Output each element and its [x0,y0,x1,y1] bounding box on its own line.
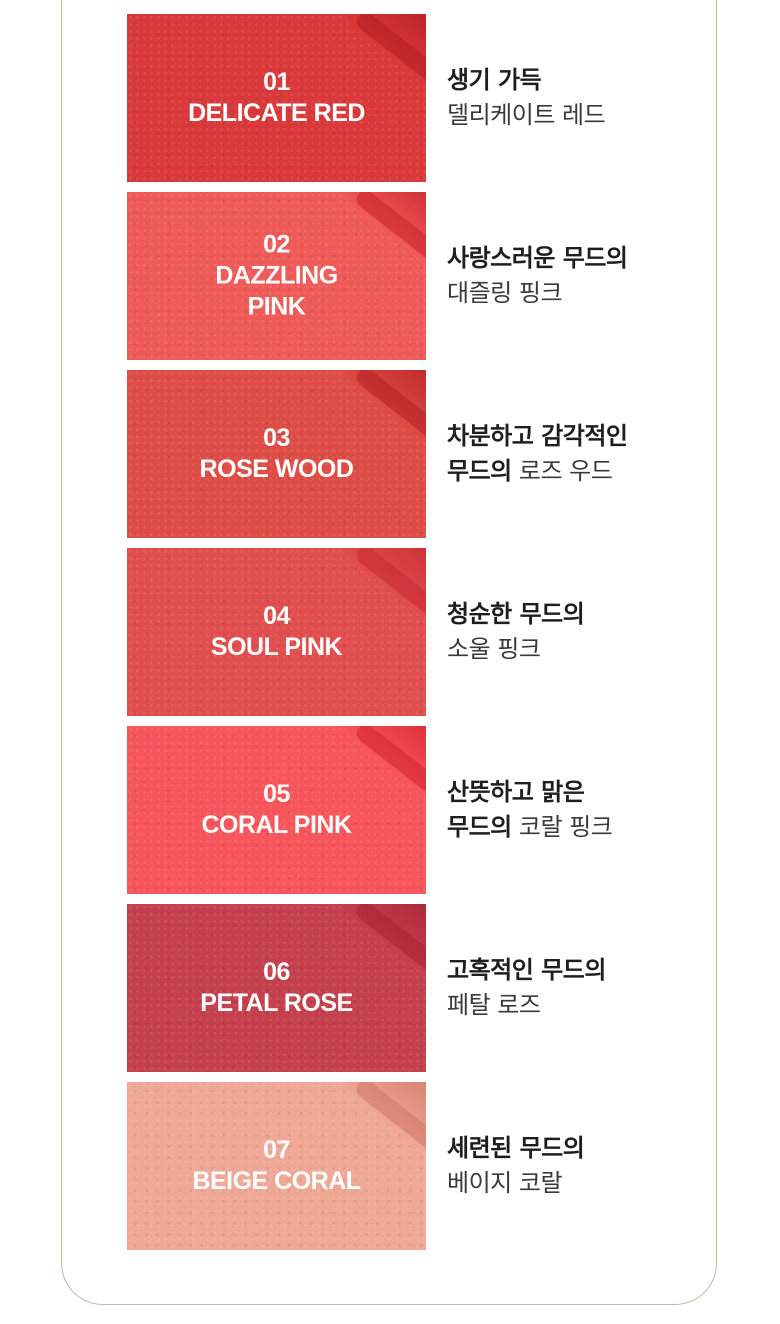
description-mood: 사랑스러운 무드의 [447,244,628,272]
description-mood: 세련된 무드의 [447,1134,585,1162]
shade-label: 01 DELICATE RED [127,67,426,129]
shade-number: 02 [263,230,290,259]
shade-name: BEIGE CORAL [192,1167,361,1195]
shade-row: 02 DAZZLING PINK 사랑스러운 무드의대즐링 핑크 [127,192,687,360]
shade-number: 03 [263,424,290,452]
shade-row: 07 BEIGE CORAL 세련된 무드의베이지 코랄 [127,1082,687,1250]
description-mood: 차분하고 감각적인 [447,422,628,450]
description-shade-name: 소울 핑크 [447,635,541,663]
shade-swatch-image: 05 CORAL PINK [127,726,426,894]
description-line: 세련된 무드의 [447,1131,585,1166]
shade-label: 04 SOUL PINK [127,601,426,663]
description-line: 차분하고 감각적인 [447,419,628,454]
shade-description: 차분하고 감각적인무드의 로즈 우드 [447,419,628,489]
shade-swatch-image: 02 DAZZLING PINK [127,192,426,360]
description-line: 무드의 코랄 핑크 [447,810,613,845]
shade-name: PETAL ROSE [200,989,353,1017]
shade-label: 02 DAZZLING PINK [127,230,426,323]
shade-number: 05 [263,780,290,808]
shade-number: 06 [263,958,290,986]
shade-swatch-image: 06 PETAL ROSE [127,904,426,1072]
description-line: 청순한 무드의 [447,597,585,632]
description-shade-name: 델리케이트 레드 [447,101,606,129]
description-line: 고혹적인 무드의 [447,953,606,988]
description-shade-name: 대즐링 핑크 [447,279,563,307]
description-line: 페탈 로즈 [447,988,606,1023]
shade-name: CORAL PINK [201,811,352,839]
description-shade-name: 로즈 우드 [518,457,613,485]
shade-name: DELICATE RED [188,99,365,127]
description-line: 사랑스러운 무드의 [447,241,628,276]
shade-label: 06 PETAL ROSE [127,957,426,1019]
description-shade-name: 페탈 로즈 [447,991,541,1019]
shade-swatch-image: 01 DELICATE RED [127,14,426,182]
description-line: 소울 핑크 [447,632,584,667]
shade-row: 03 ROSE WOOD 차분하고 감각적인무드의 로즈 우드 [127,370,687,538]
shade-swatch-image: 07 BEIGE CORAL [127,1082,426,1250]
description-mood: 청순한 무드의 [447,600,585,628]
shade-number: 04 [263,602,290,630]
shade-description: 산뜻하고 맑은무드의 코랄 핑크 [447,775,613,845]
shade-description: 청순한 무드의소울 핑크 [447,597,585,667]
shade-number: 01 [263,68,290,96]
shade-swatch-image: 04 SOUL PINK [127,548,426,716]
description-mood: 고혹적인 무드의 [447,956,606,984]
shade-swatch-image: 03 ROSE WOOD [127,370,426,538]
description-line: 베이지 코랄 [447,1166,584,1201]
description-shade-name: 코랄 핑크 [518,813,613,841]
shade-description: 사랑스러운 무드의대즐링 핑크 [447,241,628,311]
description-line: 생기 가득 [447,63,605,98]
description-line: 산뜻하고 맑은 [447,775,612,810]
shade-description: 생기 가득델리케이트 레드 [447,63,606,133]
description-line: 대즐링 핑크 [447,276,628,311]
description-mood: 무드의 [447,457,512,485]
description-line: 델리케이트 레드 [447,98,606,133]
shade-row: 06 PETAL ROSE 고혹적인 무드의페탈 로즈 [127,904,687,1072]
shade-description: 세련된 무드의베이지 코랄 [447,1131,585,1201]
shade-name: DAZZLING [215,261,338,290]
description-mood: 생기 가득 [447,66,542,94]
shade-label: 05 CORAL PINK [127,779,426,841]
description-mood: 산뜻하고 맑은 [447,778,585,806]
description-shade-name: 베이지 코랄 [447,1169,563,1197]
shade-label: 07 BEIGE CORAL [127,1135,426,1197]
description-mood: 무드의 [447,813,512,841]
shade-row: 04 SOUL PINK 청순한 무드의소울 핑크 [127,548,687,716]
shade-row: 05 CORAL PINK 산뜻하고 맑은무드의 코랄 핑크 [127,726,687,894]
shade-description: 고혹적인 무드의페탈 로즈 [447,953,606,1023]
shade-number: 07 [263,1136,290,1164]
shade-name: SOUL PINK [210,633,343,661]
shade-name: PINK [247,292,306,321]
description-line: 무드의 로즈 우드 [447,454,628,489]
shade-name: ROSE WOOD [199,455,354,483]
shade-row: 01 DELICATE RED 생기 가득델리케이트 레드 [127,14,687,182]
shade-label: 03 ROSE WOOD [127,423,426,485]
